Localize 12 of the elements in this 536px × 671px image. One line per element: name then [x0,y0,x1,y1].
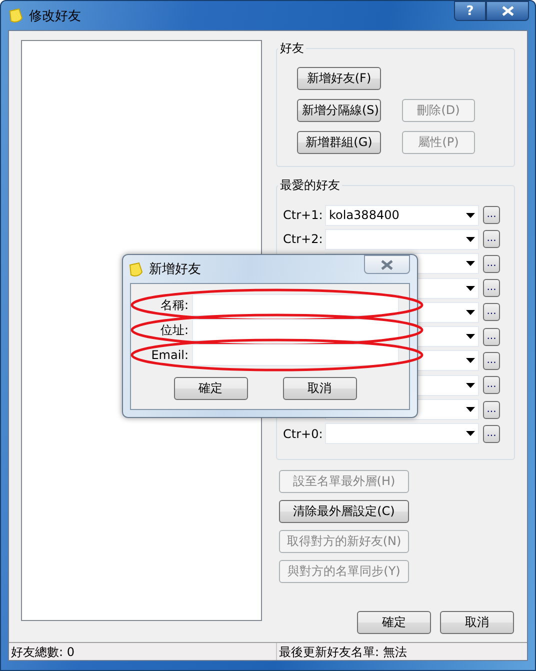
status-text: 好友總數: 0 [9,643,277,660]
hotkey-label: Ctr+0: [283,426,321,441]
hotkey-label: Ctr+1: [283,208,321,222]
group-title: 好友 [279,40,305,57]
field-label: 位址: [160,322,189,338]
hotkey-label: Ctr+2: [283,232,321,246]
status-text: 最後更新好友名單: 無法 [278,644,408,660]
field-label: Email: [150,348,189,362]
group-title: 最愛的好友 [279,177,341,194]
window-title: 修改好友 [29,8,82,24]
field-label: 名稱: [160,296,189,314]
dialog-title: 新增好友 [149,261,202,278]
